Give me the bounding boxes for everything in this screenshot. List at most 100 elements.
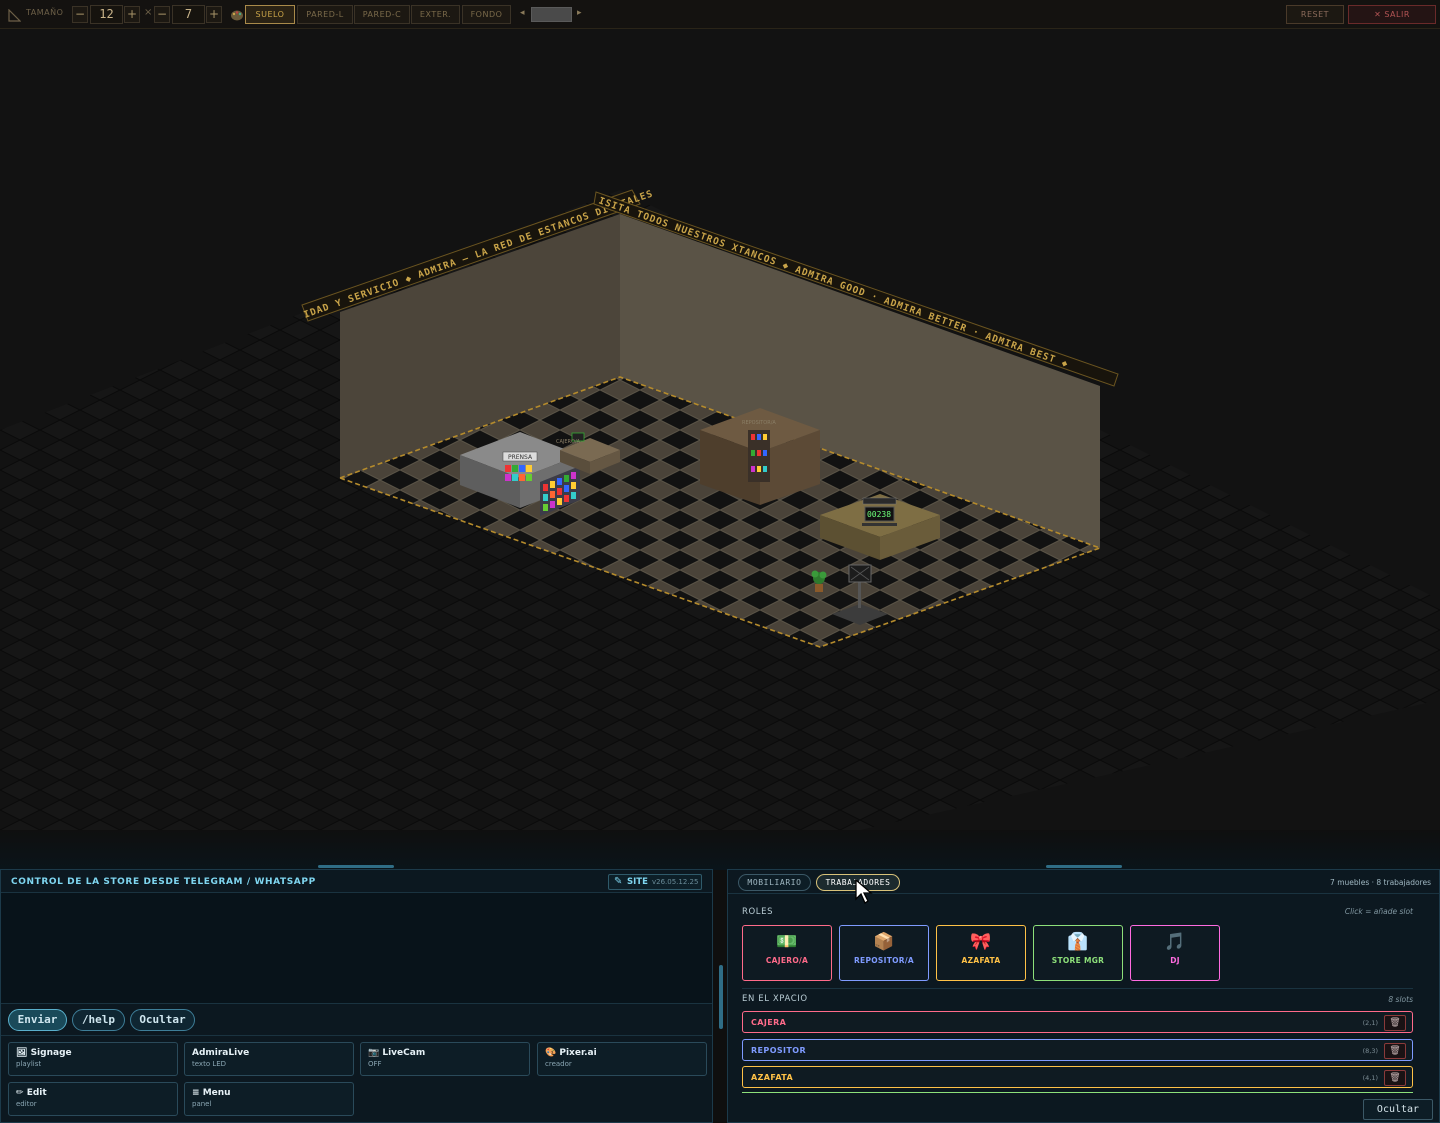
signage-title: Signage xyxy=(30,1048,72,1058)
times-sign: × xyxy=(144,7,153,18)
role-repositor-button[interactable]: 📦 REPOSITOR/A xyxy=(839,925,929,981)
width-input[interactable]: 12 xyxy=(90,5,123,24)
mode-suelo-button[interactable]: SUELO xyxy=(245,5,295,24)
hide-workers-button[interactable]: Ocultar xyxy=(1363,1099,1433,1120)
chat-panel-title: CONTROL DE LA STORE DESDE TELEGRAM / WHA… xyxy=(11,877,316,887)
color-swatch[interactable] xyxy=(531,7,572,22)
slot-row[interactable]: CAJERA (2,1) 🗑 xyxy=(742,1011,1413,1033)
delete-slot-button[interactable]: 🗑 xyxy=(1384,1043,1406,1059)
slot-coord: (4,1) xyxy=(1362,1074,1378,1082)
help-button[interactable]: /help xyxy=(72,1009,125,1031)
role-azafata-button[interactable]: 🎀 AZAFATA xyxy=(936,925,1026,981)
pixer-subtitle: creador xyxy=(545,1060,572,1068)
role-dj-button[interactable]: 🎵 DJ xyxy=(1130,925,1220,981)
role-cajero-label: CAJERO/A xyxy=(765,956,809,965)
slot-row[interactable]: AZAFATA (4,1) 🗑 xyxy=(742,1066,1413,1088)
chat-panel: CONTROL DE LA STORE DESDE TELEGRAM / WHA… xyxy=(0,869,723,1123)
mode-exter-button[interactable]: EXTER. xyxy=(411,5,460,24)
mode-fondo-button[interactable]: FONDO xyxy=(462,5,511,24)
space-heading: EN EL XPACIO xyxy=(742,994,808,1004)
exit-button[interactable]: ✕ SALIR xyxy=(1348,5,1436,24)
trash-icon: 🗑 xyxy=(1389,1018,1401,1028)
counter-display: 00238 xyxy=(867,510,891,519)
width-decrement-button[interactable]: − xyxy=(72,6,88,23)
roles-divider xyxy=(742,988,1413,989)
repositor-label: REPOSITOR/A xyxy=(742,420,776,426)
pixer-title: Pixer.ai xyxy=(559,1048,597,1058)
site-label: SITE xyxy=(627,877,648,887)
music-note-icon: 🎵 xyxy=(1164,932,1186,952)
chat-message-area[interactable] xyxy=(1,892,712,1004)
signage-app-button[interactable]: 🖼 Signage playlist xyxy=(8,1042,178,1076)
slot-coord: (2,1) xyxy=(1362,1019,1378,1027)
livecam-subtitle: OFF xyxy=(368,1060,382,1068)
height-increment-button[interactable]: + xyxy=(206,6,222,23)
role-azafata-label: AZAFATA xyxy=(961,956,1001,965)
signage-icon: 🖼 xyxy=(16,1048,28,1058)
workers-panel-drag-handle[interactable] xyxy=(1046,865,1122,868)
width-increment-button[interactable]: + xyxy=(124,6,140,23)
send-button[interactable]: Enviar xyxy=(8,1009,67,1031)
role-dj-label: DJ xyxy=(1170,956,1180,965)
ribbon-icon: 🎀 xyxy=(970,932,992,952)
prev-color-button[interactable]: ◂ xyxy=(520,8,525,18)
box-icon: 📦 xyxy=(873,932,895,952)
bottom-bar-background xyxy=(0,830,1440,870)
reset-button[interactable]: RESET xyxy=(1286,5,1344,24)
edit-subtitle: editor xyxy=(16,1100,37,1108)
livecam-app-button[interactable]: 📷 LiveCam OFF xyxy=(360,1042,530,1076)
workers-panel: MOBILIARIO TRABAJADORES 7 muebles · 8 tr… xyxy=(727,869,1440,1123)
store-scene[interactable]: IDAD Y SERVICIO ◆ ADMIRA — LA RED DE EST… xyxy=(0,29,1440,869)
palette-icon: 🎨 xyxy=(545,1048,557,1058)
menu-icon: ≡ xyxy=(192,1088,200,1098)
slot-coord: (8,3) xyxy=(1362,1047,1378,1055)
signage-subtitle: playlist xyxy=(16,1060,42,1068)
admiralive-app-button[interactable]: AdmiraLive texto LED xyxy=(184,1042,354,1076)
money-icon: 💵 xyxy=(776,932,798,952)
cajero-label: CAJERO/A xyxy=(556,439,581,445)
admiralive-subtitle: texto LED xyxy=(192,1060,227,1068)
menu-title: Menu xyxy=(202,1088,231,1098)
roles-hint: Click = añade slot xyxy=(1344,907,1413,916)
shirt-icon: 👔 xyxy=(1067,932,1089,952)
role-store-mgr-label: STORE MGR xyxy=(1051,956,1105,965)
edit-title: Edit xyxy=(26,1088,47,1098)
apps-divider xyxy=(1,1035,712,1036)
slot-name: REPOSITOR xyxy=(751,1046,807,1055)
livecam-title: LiveCam xyxy=(382,1048,426,1058)
next-color-button[interactable]: ▸ xyxy=(577,8,582,18)
menu-app-button[interactable]: ≡ Menu panel xyxy=(184,1082,354,1116)
tab-mobiliario[interactable]: MOBILIARIO xyxy=(738,874,811,891)
version-text: v26.05.12.25 xyxy=(652,878,699,886)
height-decrement-button[interactable]: − xyxy=(154,6,170,23)
height-input[interactable]: 7 xyxy=(172,5,205,24)
trash-icon: 🗑 xyxy=(1389,1073,1401,1083)
role-cajero-button[interactable]: 💵 CAJERO/A xyxy=(742,925,832,981)
chat-scrollbar[interactable] xyxy=(719,965,723,1029)
admiralive-title: AdmiraLive xyxy=(192,1048,250,1058)
tabs-divider xyxy=(728,893,1439,894)
role-store-mgr-button[interactable]: 👔 STORE MGR xyxy=(1033,925,1123,981)
menu-subtitle: panel xyxy=(192,1100,212,1108)
palette-icon xyxy=(230,7,244,26)
mode-pared-l-button[interactable]: PARED-L xyxy=(297,5,353,24)
prensa-label: PRENSA xyxy=(508,454,533,461)
delete-slot-button[interactable]: 🗑 xyxy=(1384,1015,1406,1031)
slot-row-partial xyxy=(742,1092,1413,1096)
ruler-icon xyxy=(8,7,22,22)
role-repositor-label: REPOSITOR/A xyxy=(853,956,915,965)
slot-name: AZAFATA xyxy=(751,1073,794,1082)
delete-slot-button[interactable]: 🗑 xyxy=(1384,1070,1406,1086)
isometric-canvas[interactable]: IDAD Y SERVICIO ◆ ADMIRA — LA RED DE EST… xyxy=(0,29,1440,869)
mouse-cursor-icon xyxy=(855,878,875,909)
pencil-icon: ✏ xyxy=(16,1088,24,1098)
pixer-app-button[interactable]: 🎨 Pixer.ai creador xyxy=(537,1042,707,1076)
size-label: TAMAÑO xyxy=(26,8,64,17)
hide-chat-button[interactable]: Ocultar xyxy=(130,1009,195,1031)
slot-row[interactable]: REPOSITOR (8,3) 🗑 xyxy=(742,1039,1413,1061)
top-toolbar: TAMAÑO − 12 + × − 7 + SUELO PARED-L PARE… xyxy=(0,0,1440,29)
mode-pared-c-button[interactable]: PARED-C xyxy=(354,5,410,24)
edit-app-button[interactable]: ✏ Edit editor xyxy=(8,1082,178,1116)
chat-panel-drag-handle[interactable] xyxy=(318,865,394,868)
site-button[interactable]: ✎ SITE v26.05.12.25 xyxy=(608,874,702,890)
